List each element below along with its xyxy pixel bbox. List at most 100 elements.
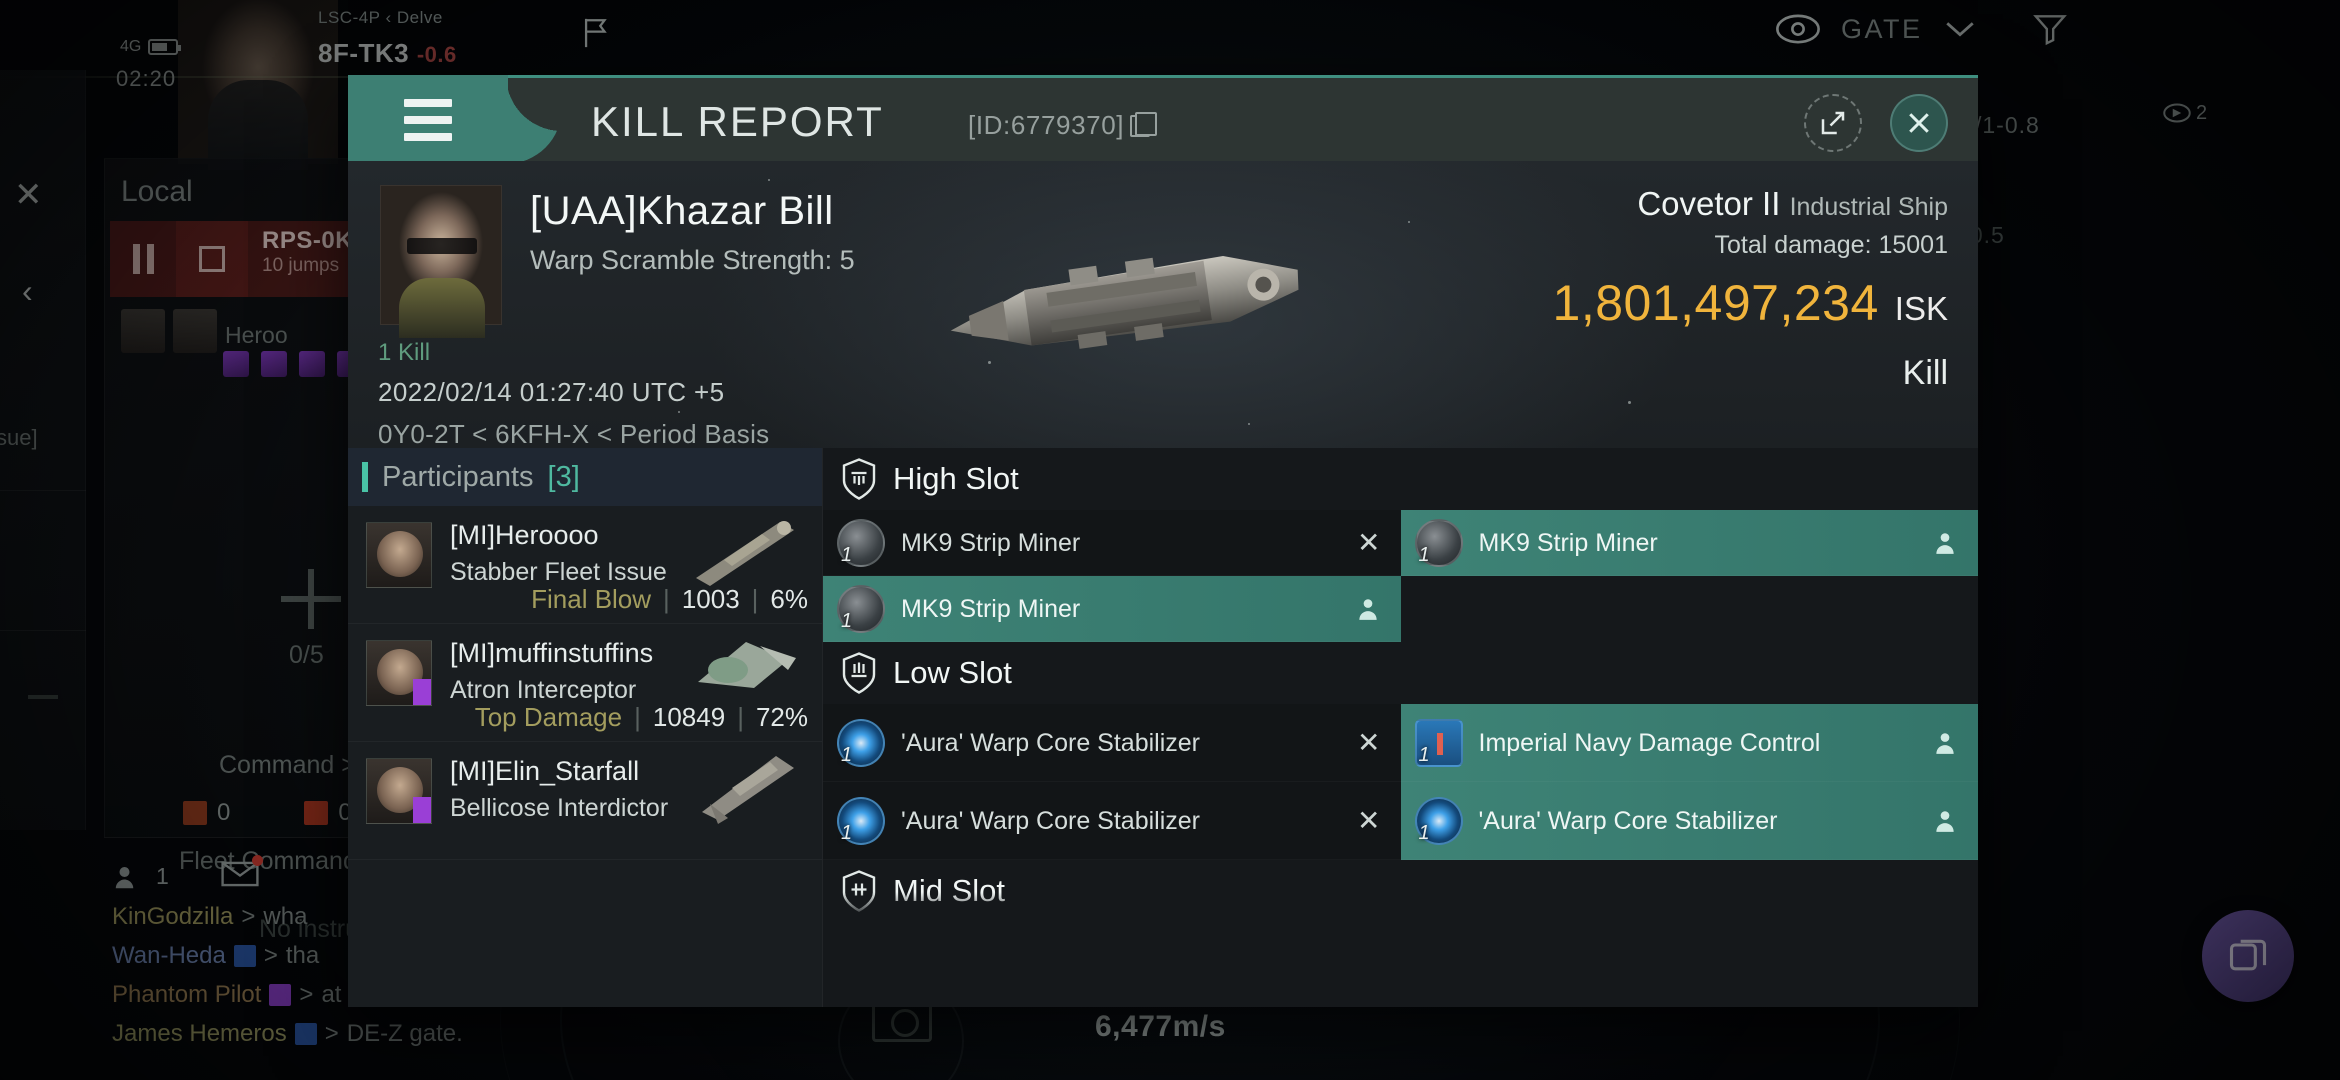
dropped-person-icon (1932, 529, 1958, 557)
slot-section-header: Low Slot (823, 642, 1978, 704)
module-name: 'Aura' Warp Core Stabilizer (901, 806, 1200, 835)
page-title: KILL REPORT (591, 98, 884, 145)
kill-report-modal[interactable]: KILL REPORT [ID:6779370] [UAA]Khazar Bil… (348, 75, 1978, 1007)
external-link-icon (1821, 111, 1845, 135)
module-row[interactable]: 1 'Aura' Warp Core Stabilizer ✕ (823, 782, 1401, 860)
low-slot-left-column: 1 'Aura' Warp Core Stabilizer ✕ 1 'Aura'… (823, 704, 1401, 860)
modal-actions[interactable] (1804, 94, 1948, 152)
participant-ship: Bellicose Interdictor (450, 794, 669, 822)
module-name: 'Aura' Warp Core Stabilizer (1478, 806, 1778, 835)
scroll-fade (823, 892, 1978, 922)
avatar (366, 522, 432, 588)
strip-miner-icon: 1 (837, 584, 885, 633)
participant-percent: 72% (755, 702, 808, 732)
isk-value: 1,801,497,234 (1552, 275, 1879, 331)
damage-control-icon: 1 (1414, 718, 1463, 767)
isk-unit: ISK (1894, 290, 1948, 327)
participant-row[interactable]: [MI]muffinstuffins Atron Interceptor Top… (348, 624, 822, 742)
kill-timestamp: 2022/02/14 01:27:40 UTC +5 (378, 377, 725, 407)
isk-value-row: 1,801,497,234 ISK (1553, 274, 1948, 332)
participant-ship-icon (702, 756, 794, 824)
module-name: 'Aura' Warp Core Stabilizer (901, 728, 1200, 757)
result-label: Kill (1902, 354, 1948, 392)
shield-high-slot-icon (842, 458, 876, 500)
copy-icon[interactable] (1130, 111, 1158, 137)
destroyed-x-icon: ✕ (1357, 805, 1381, 836)
module-row[interactable]: 1 MK9 Strip Miner (823, 576, 1401, 642)
participant-row[interactable]: [MI]Heroooo Stabber Fleet Issue Final Bl… (348, 506, 822, 624)
victim-ship-class: Industrial Ship (1789, 193, 1948, 221)
participant-ship-icon (698, 642, 796, 688)
participant-name: [MI]Heroooo (450, 520, 599, 550)
close-button[interactable] (1890, 94, 1948, 152)
shield-low-slot-icon (842, 652, 876, 694)
strip-miner-icon: 1 (837, 518, 885, 567)
fitting-panel: High Slot 1 MK9 Strip Miner ✕ 1 MK9 Stri… (823, 448, 1978, 1007)
participants-title: Participants (382, 460, 534, 493)
slot-section-header: High Slot (823, 448, 1978, 510)
high-slot-right-column: 1 MK9 Strip Miner (1400, 510, 1978, 642)
module-row-empty (1400, 576, 1978, 642)
menu-button[interactable] (348, 75, 508, 164)
victim-ship-name: Covetor II Industrial Ship (1637, 185, 1948, 222)
module-row[interactable]: 1 'Aura' Warp Core Stabilizer ✕ (823, 704, 1401, 782)
kill-location-route: 0Y0-2T < 6KFH-X < Period Basis (378, 419, 770, 448)
participant-stats: Top Damage | 10849 | 72% (474, 702, 808, 732)
module-name: Imperial Navy Damage Control (1478, 728, 1821, 757)
avatar[interactable] (380, 185, 502, 338)
kill-report-id[interactable]: [ID:6779370] (968, 110, 1158, 141)
low-slot-grid: 1 'Aura' Warp Core Stabilizer ✕ 1 'Aura'… (823, 704, 1978, 860)
warp-scramble-strength: Warp Scramble Strength: 5 (530, 245, 855, 275)
screen-root: LSC-4P ‹ Delve 8F-TK3 -0.6 4G 02:20 GATE (0, 0, 2340, 1080)
participant-ship: Atron Interceptor (450, 676, 637, 704)
kill-count-badge: 1 Kill (378, 339, 431, 366)
participant-percent: 6% (770, 584, 808, 614)
warp-core-stabilizer-icon: 1 (1414, 796, 1463, 845)
participants-panel: Participants [3] [MI]Heroooo Stabber Fle… (348, 448, 823, 1007)
participant-ship: Stabber Fleet Issue (450, 558, 667, 586)
modal-header: KILL REPORT [ID:6779370] (348, 75, 1978, 164)
participants-count: [3] (547, 460, 580, 493)
module-row[interactable]: 1 Imperial Navy Damage Control (1400, 704, 1978, 782)
share-button[interactable] (1804, 94, 1862, 152)
module-row[interactable]: 1 MK9 Strip Miner ✕ (823, 510, 1401, 576)
participant-damage: 1003 (681, 584, 740, 614)
module-row[interactable]: 1 MK9 Strip Miner (1400, 510, 1978, 576)
slot-section-title: High Slot (893, 461, 1019, 496)
warp-core-stabilizer-icon: 1 (837, 718, 885, 767)
victim-name[interactable]: [UAA]Khazar Bill (530, 189, 834, 234)
participant-ship-icon (696, 521, 794, 586)
destroyed-x-icon: ✕ (1357, 727, 1381, 758)
kill-report-id-label: [ID:6779370] (968, 110, 1125, 140)
dropped-person-icon (1932, 729, 1958, 757)
report-columns: Participants [3] [MI]Heroooo Stabber Fle… (348, 448, 1978, 1007)
participant-stats: Final Blow | 1003 | 6% (531, 584, 808, 614)
modal-body: [UAA]Khazar Bill Warp Scramble Strength:… (348, 161, 1978, 1007)
warp-core-stabilizer-icon: 1 (837, 796, 885, 845)
low-slot-right-column: 1 Imperial Navy Damage Control 1 'Aura' … (1400, 704, 1978, 860)
victim-summary: [UAA]Khazar Bill Warp Scramble Strength:… (348, 161, 1978, 448)
high-slot-grid: 1 MK9 Strip Miner ✕ 1 MK9 Strip Miner 1 … (823, 510, 1978, 642)
close-icon (1909, 113, 1929, 133)
module-name: MK9 Strip Miner (901, 528, 1081, 557)
avatar (366, 640, 432, 706)
participant-damage: 10849 (652, 702, 726, 732)
participant-role: Top Damage (474, 702, 623, 732)
module-row[interactable]: 1 'Aura' Warp Core Stabilizer (1400, 782, 1978, 860)
participant-name: [MI]muffinstuffins (450, 638, 654, 668)
module-name: MK9 Strip Miner (1478, 528, 1658, 557)
slot-section-header: Mid Slot (823, 860, 1978, 922)
glasses (407, 238, 477, 254)
avatar (366, 758, 432, 824)
participant-row[interactable]: [MI]Elin_Starfall Bellicose Interdictor (348, 742, 822, 860)
participants-header: Participants [3] (348, 448, 822, 506)
high-slot-left-column: 1 MK9 Strip Miner ✕ 1 MK9 Strip Miner (823, 510, 1401, 642)
dropped-person-icon (1932, 807, 1958, 835)
participant-role: Final Blow (531, 584, 652, 614)
accent-bar (362, 462, 368, 492)
participant-name: [MI]Elin_Starfall (450, 756, 640, 786)
slot-section-title: Low Slot (893, 655, 1012, 690)
hamburger-icon (404, 98, 452, 141)
victim-ship-info: Covetor II Industrial Ship Total damage:… (1553, 185, 1948, 393)
dropped-person-icon (1355, 595, 1381, 623)
